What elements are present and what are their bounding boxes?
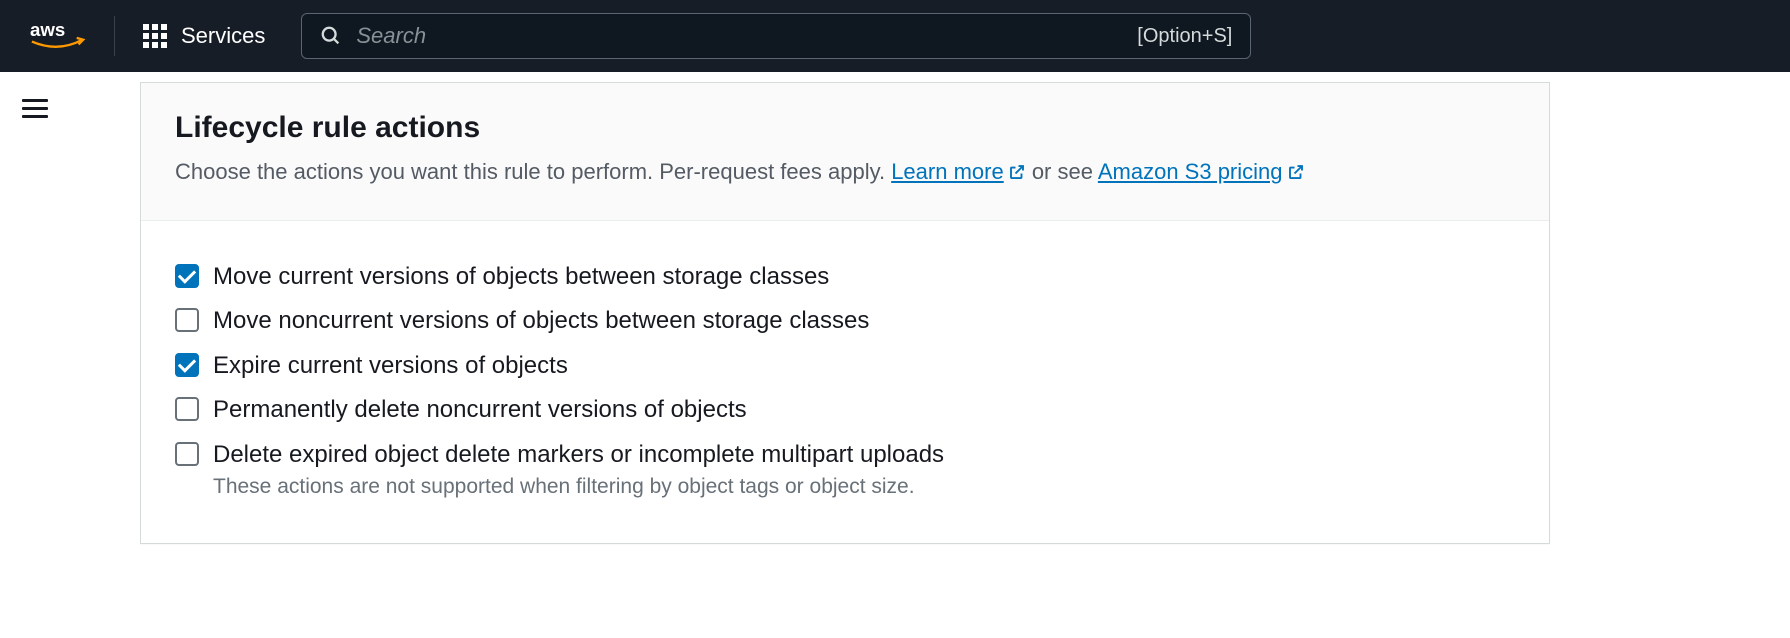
checkbox-move-noncurrent[interactable] bbox=[175, 308, 199, 332]
desc-prefix: Choose the actions you want this rule to… bbox=[175, 159, 891, 184]
desc-mid: or see bbox=[1026, 159, 1098, 184]
checkbox-label: Move current versions of objects between… bbox=[213, 261, 829, 293]
search-container[interactable]: [Option+S] bbox=[301, 13, 1251, 59]
hamburger-icon[interactable] bbox=[22, 94, 48, 123]
checkbox-row-move-noncurrent: Move noncurrent versions of objects betw… bbox=[175, 305, 1515, 337]
panel-body: Move current versions of objects between… bbox=[141, 221, 1549, 543]
content-area: Lifecycle rule actions Choose the action… bbox=[70, 72, 1790, 544]
panel-description: Choose the actions you want this rule to… bbox=[175, 155, 1515, 190]
search-icon bbox=[320, 25, 342, 47]
checkbox-delete-markers[interactable] bbox=[175, 442, 199, 466]
services-grid-icon bbox=[143, 24, 167, 48]
lifecycle-rule-actions-panel: Lifecycle rule actions Choose the action… bbox=[140, 82, 1550, 544]
checkbox-label: Permanently delete noncurrent versions o… bbox=[213, 394, 747, 426]
external-link-icon bbox=[1008, 157, 1026, 190]
external-link-icon bbox=[1287, 157, 1305, 190]
panel-header: Lifecycle rule actions Choose the action… bbox=[141, 83, 1549, 221]
checkbox-row-delete-noncurrent: Permanently delete noncurrent versions o… bbox=[175, 394, 1515, 426]
checkbox-expire-current[interactable] bbox=[175, 353, 199, 377]
search-shortcut-hint: [Option+S] bbox=[1137, 25, 1232, 48]
services-label: Services bbox=[181, 23, 265, 49]
services-button[interactable]: Services bbox=[115, 23, 293, 49]
checkbox-label: Expire current versions of objects bbox=[213, 350, 568, 382]
search-input[interactable] bbox=[356, 23, 1137, 49]
checkbox-move-current[interactable] bbox=[175, 264, 199, 288]
svg-text:aws: aws bbox=[30, 19, 65, 40]
helper-text: These actions are not supported when fil… bbox=[213, 475, 1515, 499]
aws-logo[interactable]: aws bbox=[20, 19, 114, 53]
checkbox-label: Move noncurrent versions of objects betw… bbox=[213, 305, 869, 337]
checkbox-label: Delete expired object delete markers or … bbox=[213, 439, 944, 471]
checkbox-delete-noncurrent[interactable] bbox=[175, 397, 199, 421]
panel-title: Lifecycle rule actions bbox=[175, 111, 1515, 145]
top-nav: aws Services [Option+S] bbox=[0, 0, 1790, 72]
pricing-link[interactable]: Amazon S3 pricing bbox=[1098, 159, 1305, 184]
left-rail bbox=[0, 72, 70, 544]
checkbox-row-expire-current: Expire current versions of objects bbox=[175, 350, 1515, 382]
checkbox-row-move-current: Move current versions of objects between… bbox=[175, 261, 1515, 293]
checkbox-row-delete-markers: Delete expired object delete markers or … bbox=[175, 439, 1515, 471]
learn-more-link[interactable]: Learn more bbox=[891, 159, 1026, 184]
